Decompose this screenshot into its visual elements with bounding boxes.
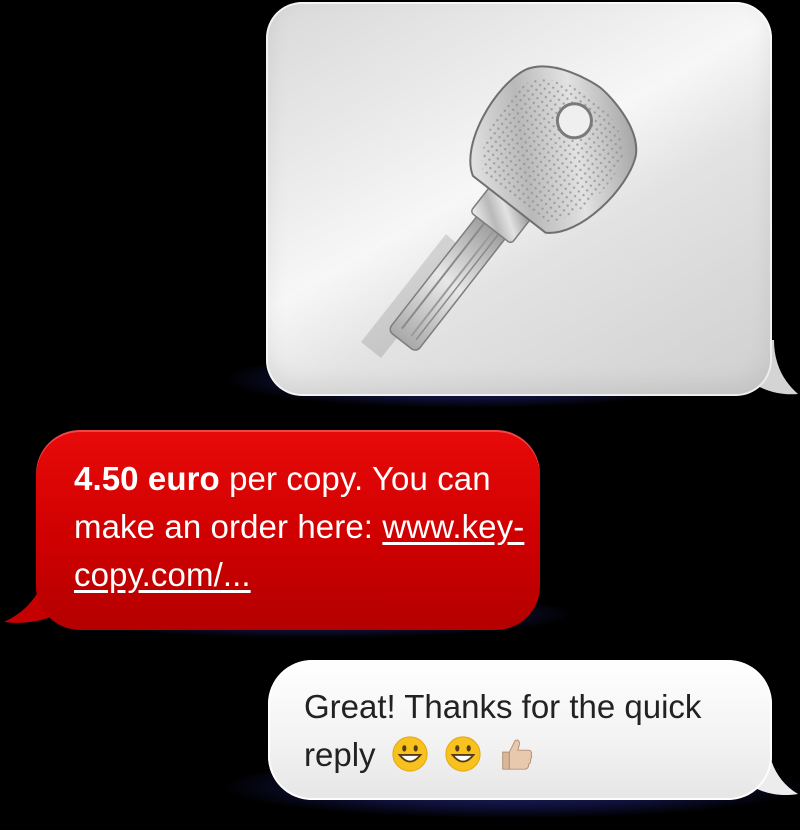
- price-value: 4.50 euro: [74, 460, 220, 497]
- reply-message-text: Great! Thanks for the quick reply: [304, 683, 744, 779]
- grinning-face-icon: [392, 736, 428, 772]
- key-icon: [361, 65, 638, 358]
- price-message-text: 4.50 euro per copy. You can make an orde…: [74, 455, 534, 599]
- thumbs-up-icon: [502, 739, 533, 770]
- chat-conversation: 4.50 euro per copy. You can make an orde…: [0, 0, 800, 830]
- key-photo[interactable]: [266, 2, 772, 396]
- image-message[interactable]: [228, 0, 800, 420]
- grinning-face-icon: [445, 736, 481, 772]
